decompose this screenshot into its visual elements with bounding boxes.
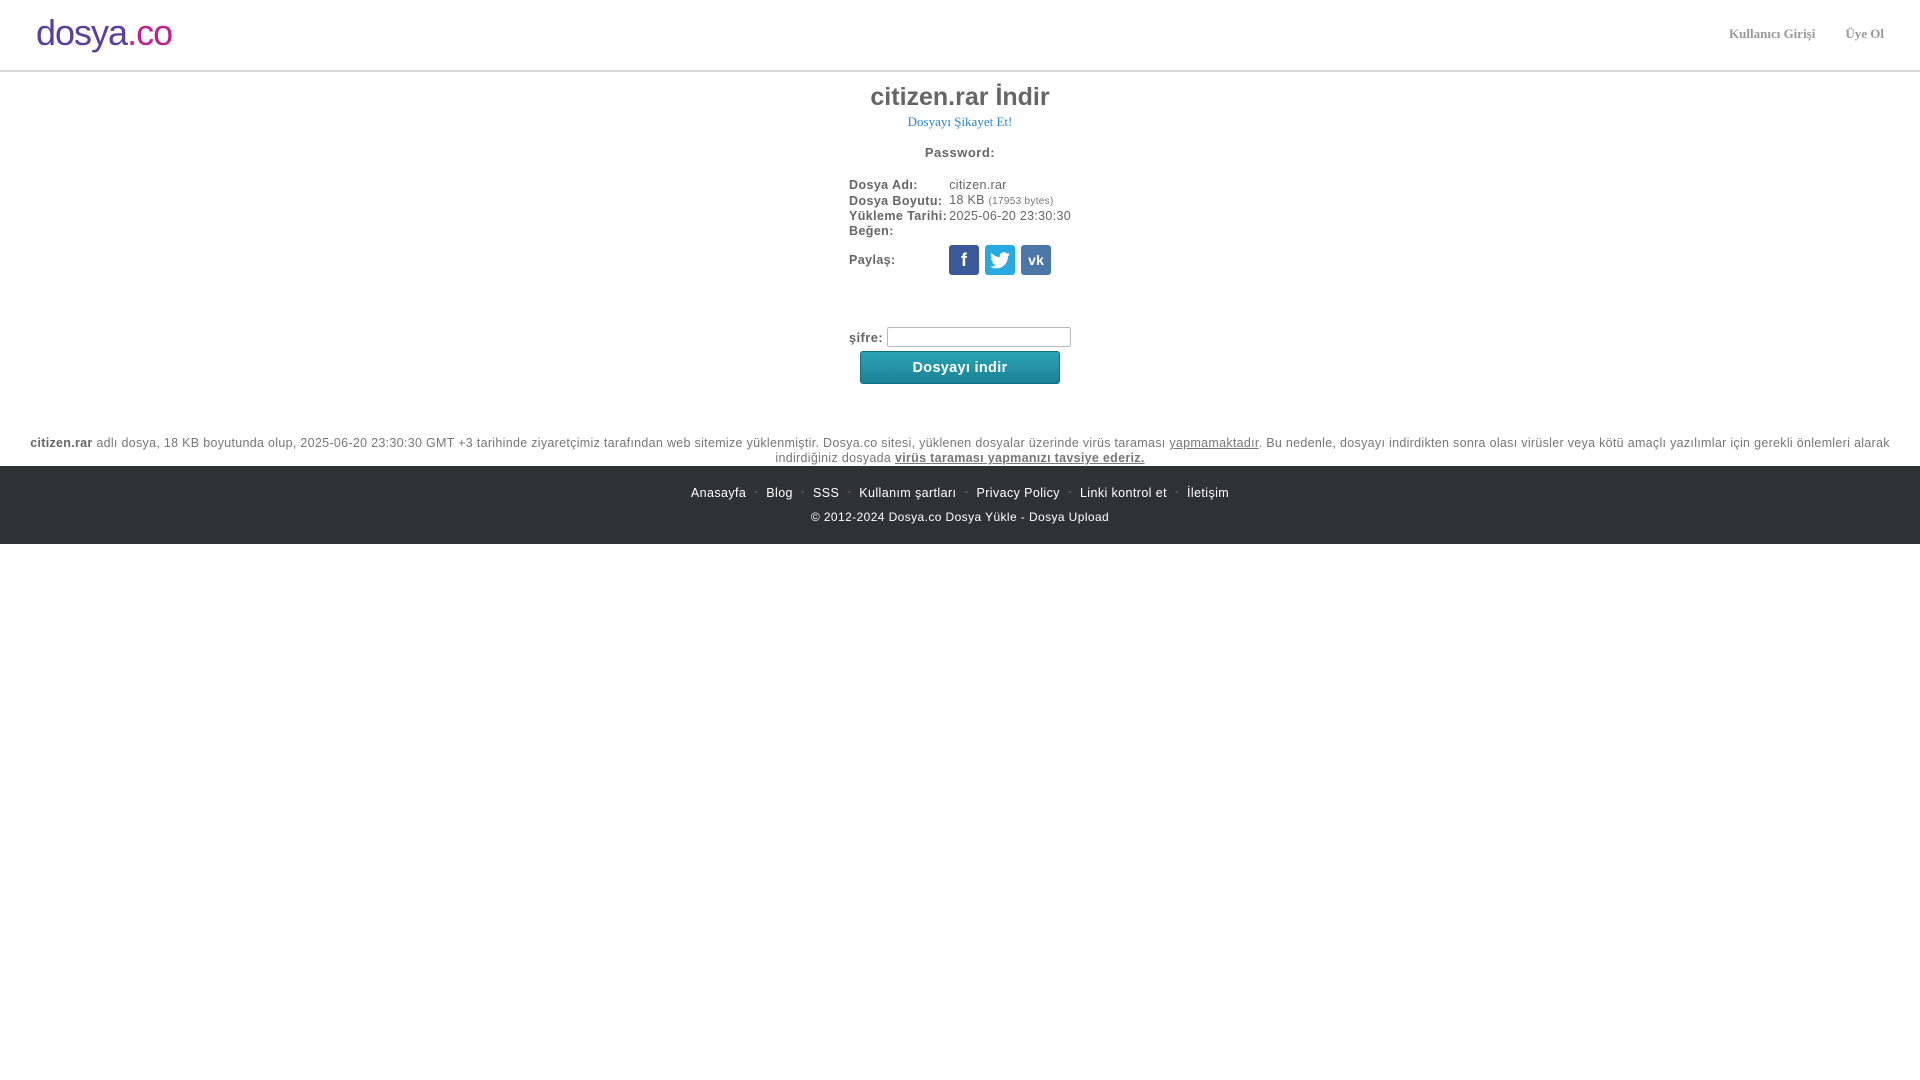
footer-separator: - xyxy=(847,486,852,498)
notice-link-no-scan[interactable]: yapmamaktadır xyxy=(1169,436,1258,450)
file-name-row: Dosya Adı: citizen.rar xyxy=(849,178,1071,193)
footer-link-blog[interactable]: Blog xyxy=(766,486,793,500)
vk-icon[interactable]: vk xyxy=(1021,245,1052,275)
footer-separator: - xyxy=(1174,486,1180,498)
footer-links: Anasayfa - Blog - SSS - Kullanım şartlar… xyxy=(0,466,1920,500)
footer-separator: - xyxy=(1067,486,1072,498)
footer-link-faq[interactable]: SSS xyxy=(813,486,839,500)
share-row: Paylaş: f vk xyxy=(849,239,1071,275)
footer-separator: - xyxy=(800,486,805,498)
main-content: citizen.rar İndir Dosyayı Şikayet Et! Pa… xyxy=(0,82,1920,466)
file-size-label: Dosya Boyutu: xyxy=(849,193,943,208)
footer-link-check[interactable]: Linki kontrol et xyxy=(1080,486,1167,500)
file-size-value: 18 KB xyxy=(949,193,985,207)
password-form: şifre: xyxy=(0,327,1920,347)
footer-copyright: © 2012-2024 Dosya.co Dosya Yükle - Dosya… xyxy=(810,510,1110,524)
login-link[interactable]: Kullanıcı Girişi xyxy=(1729,26,1815,42)
report-file-link[interactable]: Dosyayı Şikayet Et! xyxy=(908,114,1013,130)
site-logo[interactable]: dosya .co xyxy=(36,12,173,54)
upload-date-value: 2025-06-20 23:30:30 xyxy=(949,209,1071,223)
footer-link-contact[interactable]: İletişim xyxy=(1187,486,1229,500)
footer-link-privacy[interactable]: Privacy Policy xyxy=(976,486,1059,500)
page-title: citizen.rar İndir xyxy=(870,83,1050,111)
site-footer: Anasayfa - Blog - SSS - Kullanım şartlar… xyxy=(0,466,1920,544)
site-header: dosya .co Kullanıcı Girişi Üye Ol xyxy=(0,0,1920,72)
file-name-label: Dosya Adı: xyxy=(849,178,918,192)
file-size-row: Dosya Boyutu: 18 KB (17953 bytes) xyxy=(849,193,1071,209)
top-nav: Kullanıcı Girişi Üye Ol xyxy=(1729,0,1884,68)
logo-text-tld: .co xyxy=(127,12,173,53)
download-button[interactable]: Dosyayı indir xyxy=(860,351,1060,384)
password-protected-label: Password: xyxy=(924,145,996,160)
register-link[interactable]: Üye Ol xyxy=(1845,26,1884,42)
notice-text-1: adlı dosya, 18 KB boyutunda olup, 2025-0… xyxy=(92,436,1170,450)
footer-link-terms[interactable]: Kullanım şartları xyxy=(859,486,956,500)
file-info-table: Dosya Adı: citizen.rar Dosya Boyutu: 18 … xyxy=(849,178,1071,275)
upload-date-row: Yükleme Tarihi: 2025-06-20 23:30:30 xyxy=(849,209,1071,224)
file-name-value: citizen.rar xyxy=(949,178,1007,192)
file-size-bytes: (17953 bytes) xyxy=(988,196,1054,207)
footer-separator: - xyxy=(964,486,969,498)
like-row: Beğen: xyxy=(849,224,1071,239)
logo-text-main: dosya xyxy=(36,12,128,53)
virus-notice: citizen.rar adlı dosya, 18 KB boyutunda … xyxy=(20,436,1900,466)
notice-filename: citizen.rar xyxy=(30,436,93,450)
password-input[interactable] xyxy=(887,327,1072,347)
facebook-icon[interactable]: f xyxy=(949,245,980,275)
share-label: Paylaş: xyxy=(849,252,896,267)
like-label: Beğen: xyxy=(849,224,894,238)
like-widget xyxy=(949,224,1071,239)
password-field-label: şifre: xyxy=(848,329,884,345)
footer-separator: - xyxy=(754,486,759,498)
notice-link-scan-advice[interactable]: virüs taraması yapmanızı tavsiye ederiz. xyxy=(895,451,1145,465)
upload-date-label: Yükleme Tarihi: xyxy=(849,209,948,223)
file-size-cell: 18 KB (17953 bytes) xyxy=(949,193,1071,209)
footer-link-home[interactable]: Anasayfa xyxy=(691,486,746,500)
twitter-icon[interactable] xyxy=(985,245,1016,275)
share-icons: f vk xyxy=(949,245,1071,275)
